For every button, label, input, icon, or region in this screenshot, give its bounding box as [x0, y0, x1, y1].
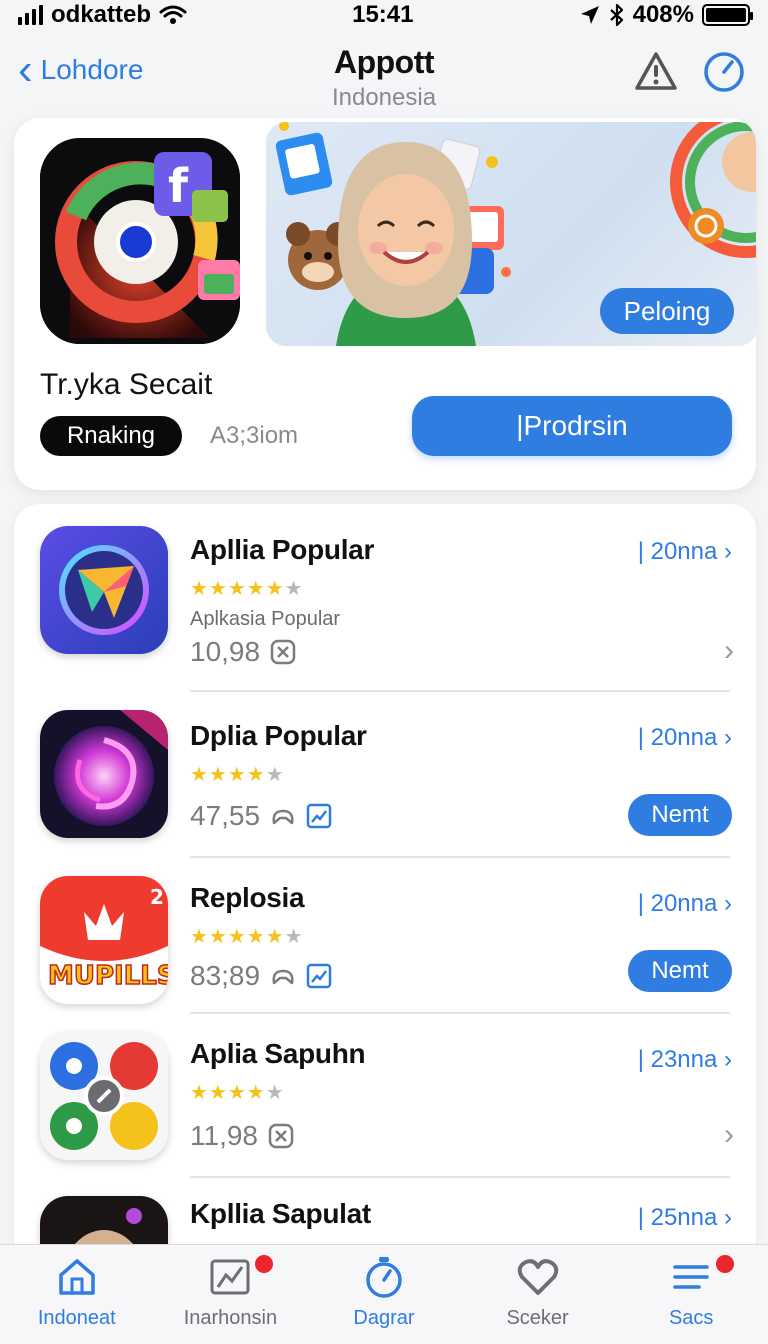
trending-icon — [306, 803, 332, 829]
tab-inarhonsin[interactable]: Inarhonsin — [155, 1245, 305, 1344]
svg-text:MUPILLS: MUPILLS — [48, 961, 168, 991]
tab-sacs[interactable]: Sacs — [616, 1245, 766, 1344]
featured-app-icon[interactable]: f — [40, 138, 240, 344]
app-name[interactable]: Aplia Sapuhn — [190, 1038, 366, 1070]
get-button[interactable]: Nemt — [628, 794, 732, 836]
box-x-icon — [270, 639, 296, 665]
chevron-right-icon[interactable]: › — [724, 634, 734, 668]
app-metric: 11,98 — [190, 1120, 294, 1152]
more-link[interactable]: | 20nna › — [638, 890, 732, 918]
controller-icon — [272, 809, 294, 825]
stopwatch-icon — [366, 1257, 402, 1298]
carrier-label: odkatteb — [51, 1, 152, 28]
featured-meta: A3;3iom — [210, 422, 299, 449]
tab-label: Sacs — [668, 1307, 714, 1329]
app-metric: 47,55 — [190, 800, 332, 832]
more-link[interactable]: | 20nna › — [638, 538, 732, 566]
list-icon — [673, 1265, 709, 1289]
chart-icon — [210, 1259, 250, 1295]
clock-icon[interactable] — [702, 50, 746, 94]
app-name[interactable]: Replosia — [190, 882, 305, 914]
tab-label: Sceker — [506, 1307, 569, 1329]
tab-dagrar[interactable]: Dagrar — [309, 1245, 459, 1344]
list-item[interactable]: Aplia Sapuhn | 23nna › ★★★★★ 11,98 › — [14, 1012, 756, 1192]
list-item[interactable]: Apllia Popular | 20nna › ★★★★★★ Aplkasia… — [14, 504, 756, 692]
wifi-icon — [159, 5, 187, 24]
chevron-right-icon[interactable]: › — [724, 1118, 734, 1152]
star-rating: ★★★★★★ — [190, 926, 304, 948]
notification-badge — [255, 1255, 274, 1273]
app-subtitle: Aplkasia Popular — [190, 608, 341, 630]
star-rating: ★★★★★★ — [190, 578, 304, 600]
tab-label: Indoneat — [37, 1307, 116, 1329]
featured-title: Tr.yka Secait — [40, 368, 213, 401]
battery-icon — [701, 4, 753, 26]
controller-icon — [272, 969, 294, 985]
ranking-badge[interactable]: Rnaking — [40, 416, 182, 456]
bluetooth-icon — [609, 3, 623, 27]
app-metric: 10,98 — [190, 636, 296, 668]
tab-sceker[interactable]: Sceker — [463, 1245, 613, 1344]
banner-button[interactable]: Peloing — [600, 288, 734, 334]
status-bar: odkatteb 15:41 408% — [0, 0, 768, 30]
location-arrow-icon — [580, 6, 599, 24]
get-button[interactable]: Nemt — [628, 950, 732, 992]
app-list: Apllia Popular | 20nna › ★★★★★★ Aplkasia… — [14, 504, 756, 1264]
featured-card[interactable]: f Peloing Tr.yka Secait Rnaking A3;3iom … — [14, 118, 756, 490]
svg-text:2: 2 — [150, 885, 164, 909]
app-icon — [40, 710, 168, 838]
svg-text:f: f — [168, 159, 189, 213]
app-icon: 2 MUPILLS — [40, 876, 168, 1004]
app-name[interactable]: Dplia Popular — [190, 720, 367, 752]
app-icon — [40, 1032, 168, 1160]
star-rating: ★★★★★ — [190, 764, 285, 786]
home-icon — [59, 1259, 95, 1295]
navigation-bar: ‹ Lohdore Appott Indonesia — [0, 30, 768, 122]
tab-label: Inarhonsin — [183, 1307, 278, 1329]
heart-icon — [517, 1259, 558, 1295]
app-name[interactable]: Apllia Popular — [190, 534, 374, 566]
app-name[interactable]: Kpllia Sapulat — [190, 1198, 371, 1230]
more-link[interactable]: | 23nna › — [638, 1046, 732, 1074]
clock-label: 15:41 — [352, 1, 414, 28]
box-x-icon — [268, 1123, 294, 1149]
tab-indoneat[interactable]: Indoneat — [2, 1245, 152, 1344]
list-item[interactable]: 2 MUPILLS Replosia | 20nna › ★★★★★★ 83;8… — [14, 856, 756, 1036]
tab-label: Dagrar — [353, 1307, 415, 1329]
tab-bar: Indoneat Inarhonsin Dagrar Sceker Sacs — [0, 1244, 768, 1344]
featured-banner[interactable]: Peloing — [266, 122, 756, 346]
list-item[interactable]: Dplia Popular | 20nna › ★★★★★ 47,55 Nemt — [14, 690, 756, 870]
more-link[interactable]: | 20nna › — [638, 724, 732, 752]
app-icon — [40, 526, 168, 654]
star-rating: ★★★★★ — [190, 1082, 285, 1104]
warning-icon[interactable] — [634, 50, 678, 94]
notification-badge — [716, 1255, 735, 1273]
more-link[interactable]: | 25nna › — [638, 1204, 732, 1232]
featured-cta-button[interactable]: |Prodrsin — [412, 396, 732, 456]
battery-percent: 408% — [632, 1, 694, 28]
app-metric: 83;89 — [190, 960, 332, 992]
signal-icon — [18, 5, 43, 25]
trending-icon — [306, 963, 332, 989]
